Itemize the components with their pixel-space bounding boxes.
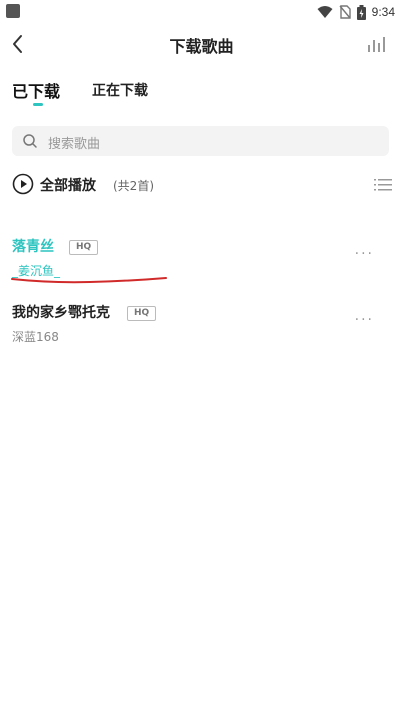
- tab-downloaded[interactable]: 已下载: [12, 78, 60, 102]
- tab-downloading[interactable]: 正在下载: [92, 80, 148, 100]
- battery-icon: [356, 4, 366, 20]
- hq-badge: HQ: [69, 240, 99, 255]
- list-icon[interactable]: [374, 177, 392, 193]
- song-title: 落青丝: [12, 239, 54, 255]
- annotation-underline: [11, 277, 167, 284]
- play-circle-icon[interactable]: [12, 173, 34, 195]
- status-icons: 9:34: [317, 3, 395, 21]
- play-all-row[interactable]: 全部播放 (共2首): [12, 172, 392, 198]
- notification-icon: [6, 4, 20, 18]
- song-artist: 深蓝168: [12, 330, 59, 344]
- search-input[interactable]: 搜索歌曲: [12, 126, 389, 156]
- tab-indicator: [33, 103, 43, 106]
- song-count: (共2首): [113, 179, 154, 193]
- status-bar: 9:34: [0, 0, 403, 24]
- page-title: 下载歌曲: [169, 37, 234, 56]
- hq-badge: HQ: [127, 306, 157, 321]
- more-icon[interactable]: ···: [355, 246, 374, 262]
- top-bar: 下载歌曲: [0, 24, 403, 64]
- song-title: 我的家乡鄂托克: [12, 305, 110, 321]
- list-item[interactable]: 我的家乡鄂托克 HQ 深蓝168 ···: [12, 302, 392, 352]
- play-all-label[interactable]: 全部播放: [40, 175, 96, 195]
- equalizer-icon[interactable]: [367, 36, 389, 52]
- wifi-icon: [317, 6, 333, 18]
- more-icon[interactable]: ···: [355, 312, 374, 328]
- search-placeholder: 搜索歌曲: [48, 137, 101, 152]
- no-sim-icon: [339, 5, 351, 19]
- search-icon: [23, 134, 37, 148]
- clock: 9:34: [371, 5, 395, 19]
